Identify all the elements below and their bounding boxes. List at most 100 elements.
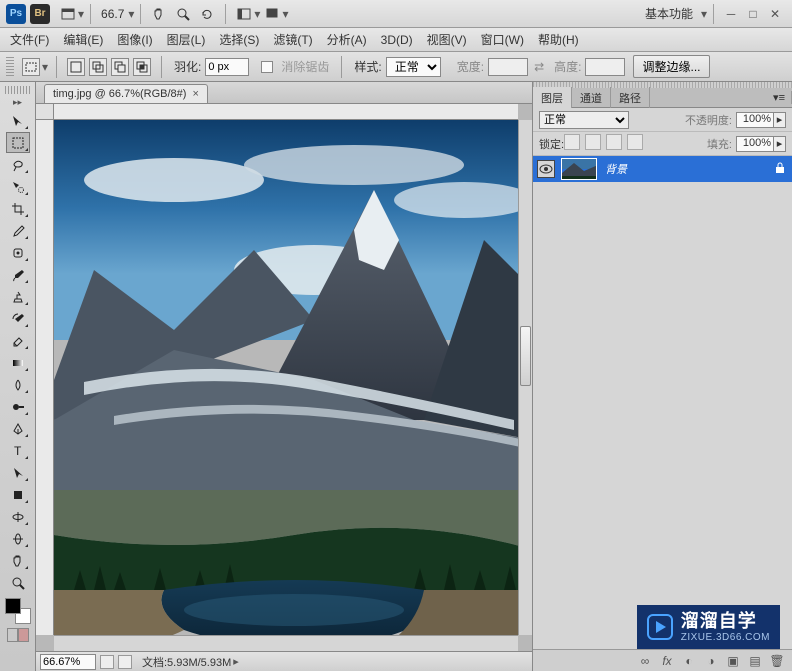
quick-select-tool-icon[interactable] <box>6 176 30 197</box>
3d-rotate-tool-icon[interactable] <box>6 506 30 527</box>
opacity-stepper-icon[interactable]: ▸ <box>774 112 786 128</box>
dodge-tool-icon[interactable] <box>6 396 30 417</box>
visibility-toggle-icon[interactable] <box>537 160 555 178</box>
mini-bridge-icon[interactable] <box>58 4 78 24</box>
menu-filter[interactable]: 滤镜(T) <box>273 31 312 48</box>
horizontal-ruler[interactable] <box>54 104 518 120</box>
adjustment-layer-icon[interactable]: ◑ <box>702 653 720 669</box>
pen-tool-icon[interactable] <box>6 418 30 439</box>
menu-help[interactable]: 帮助(H) <box>538 31 579 48</box>
zoom-tool-icon[interactable] <box>173 4 193 24</box>
horizontal-scrollbar[interactable] <box>54 635 518 651</box>
gradient-tool-icon[interactable] <box>6 352 30 373</box>
arrange-documents-icon[interactable] <box>234 4 254 24</box>
type-tool-icon[interactable]: T <box>6 440 30 461</box>
style-select[interactable]: 正常 <box>386 57 441 77</box>
layer-row-background[interactable]: 背景 <box>533 156 792 182</box>
ruler-corner[interactable] <box>36 104 54 120</box>
blur-tool-icon[interactable] <box>6 374 30 395</box>
workspace-switcher[interactable]: 基本功能 <box>645 5 693 22</box>
menu-file[interactable]: 文件(F) <box>10 31 49 48</box>
tab-layers[interactable]: 图层 <box>533 87 572 109</box>
layer-list[interactable]: 背景 <box>533 156 792 649</box>
close-tab-icon[interactable]: × <box>192 88 198 100</box>
eraser-tool-icon[interactable] <box>6 330 30 351</box>
lock-transparency-icon[interactable] <box>564 134 580 150</box>
minimize-button[interactable]: ─ <box>722 6 740 22</box>
tools-collapse-icon[interactable]: ▸▸ <box>13 97 22 108</box>
delete-layer-icon[interactable]: 🗑 <box>768 653 786 669</box>
maximize-button[interactable]: □ <box>744 6 762 22</box>
lock-pixels-icon[interactable] <box>585 134 601 150</box>
canvas[interactable] <box>54 120 518 635</box>
refine-edge-button[interactable]: 调整边缘... <box>633 55 709 78</box>
status-preview2-icon[interactable] <box>118 655 132 669</box>
status-menu-icon[interactable]: ▸ <box>233 655 239 668</box>
lock-all-icon[interactable] <box>627 134 643 150</box>
menu-window[interactable]: 窗口(W) <box>481 31 524 48</box>
link-layers-icon[interactable]: ∞ <box>636 653 654 669</box>
scroll-thumb[interactable] <box>520 326 531 386</box>
selection-new-icon[interactable] <box>67 58 85 76</box>
selection-subtract-icon[interactable] <box>111 58 129 76</box>
feather-input[interactable] <box>205 58 249 76</box>
fill-value[interactable]: 100% <box>736 136 774 152</box>
photoshop-logo-icon[interactable]: Ps <box>6 4 26 24</box>
history-brush-tool-icon[interactable] <box>6 308 30 329</box>
tab-channels[interactable]: 通道 <box>572 87 611 109</box>
current-tool-preset-icon[interactable] <box>22 58 40 76</box>
hand-tool-icon[interactable] <box>149 4 169 24</box>
rotate-view-icon[interactable] <box>197 4 217 24</box>
menu-select[interactable]: 选择(S) <box>219 31 259 48</box>
color-swatches[interactable] <box>5 598 31 624</box>
vertical-ruler[interactable] <box>36 120 54 635</box>
marquee-tool-icon[interactable] <box>6 132 30 153</box>
menu-image[interactable]: 图像(I) <box>117 31 152 48</box>
opacity-value[interactable]: 100% <box>736 112 774 128</box>
menu-analysis[interactable]: 分析(A) <box>327 31 367 48</box>
screen-mode-icon[interactable] <box>262 4 282 24</box>
zoom-tool2-icon[interactable] <box>6 572 30 593</box>
lock-position-icon[interactable] <box>606 134 622 150</box>
lasso-tool-icon[interactable] <box>6 154 30 175</box>
status-zoom-input[interactable] <box>40 654 96 670</box>
panel-menu-icon[interactable]: ▾≡ <box>767 91 792 104</box>
fill-stepper-icon[interactable]: ▸ <box>774 136 786 152</box>
move-tool-icon[interactable] <box>6 110 30 131</box>
new-layer-icon[interactable]: ▤ <box>746 653 764 669</box>
eyedropper-tool-icon[interactable] <box>6 220 30 241</box>
path-select-tool-icon[interactable] <box>6 462 30 483</box>
status-preview-icon[interactable] <box>100 655 114 669</box>
tools-grip-icon[interactable] <box>5 86 31 94</box>
layer-group-icon[interactable]: ▣ <box>724 653 742 669</box>
layer-mask-icon[interactable]: ◐ <box>680 653 698 669</box>
selection-intersect-icon[interactable] <box>133 58 151 76</box>
blend-mode-select[interactable]: 正常 <box>539 111 629 129</box>
shape-tool-icon[interactable] <box>6 484 30 505</box>
zoom-level-label[interactable]: 66.7 <box>101 7 124 21</box>
vertical-scrollbar[interactable] <box>518 120 532 635</box>
menu-3d[interactable]: 3D(D) <box>381 33 413 47</box>
foreground-color-swatch[interactable] <box>5 598 21 614</box>
document-tab[interactable]: timg.jpg @ 66.7%(RGB/8#) × <box>44 84 208 103</box>
hand-tool2-icon[interactable] <box>6 550 30 571</box>
clone-stamp-tool-icon[interactable] <box>6 286 30 307</box>
layer-thumbnail[interactable] <box>561 158 597 180</box>
layer-name-label[interactable]: 背景 <box>605 161 627 177</box>
menu-edit[interactable]: 编辑(E) <box>63 31 103 48</box>
status-docinfo[interactable]: 文档:5.93M/5.93M <box>142 654 231 670</box>
crop-tool-icon[interactable] <box>6 198 30 219</box>
menu-layer[interactable]: 图层(L) <box>167 31 206 48</box>
quick-mask-toggle[interactable] <box>7 628 29 642</box>
layer-fx-icon[interactable]: fx <box>658 653 676 669</box>
close-button[interactable]: ✕ <box>766 6 784 22</box>
bridge-logo-icon[interactable]: Br <box>30 4 50 24</box>
menu-view[interactable]: 视图(V) <box>427 31 467 48</box>
selection-add-icon[interactable] <box>89 58 107 76</box>
3d-camera-tool-icon[interactable] <box>6 528 30 549</box>
brush-tool-icon[interactable] <box>6 264 30 285</box>
options-grip-icon[interactable] <box>6 57 14 77</box>
healing-brush-tool-icon[interactable] <box>6 242 30 263</box>
antialias-checkbox[interactable] <box>261 61 273 73</box>
tab-paths[interactable]: 路径 <box>611 87 650 109</box>
